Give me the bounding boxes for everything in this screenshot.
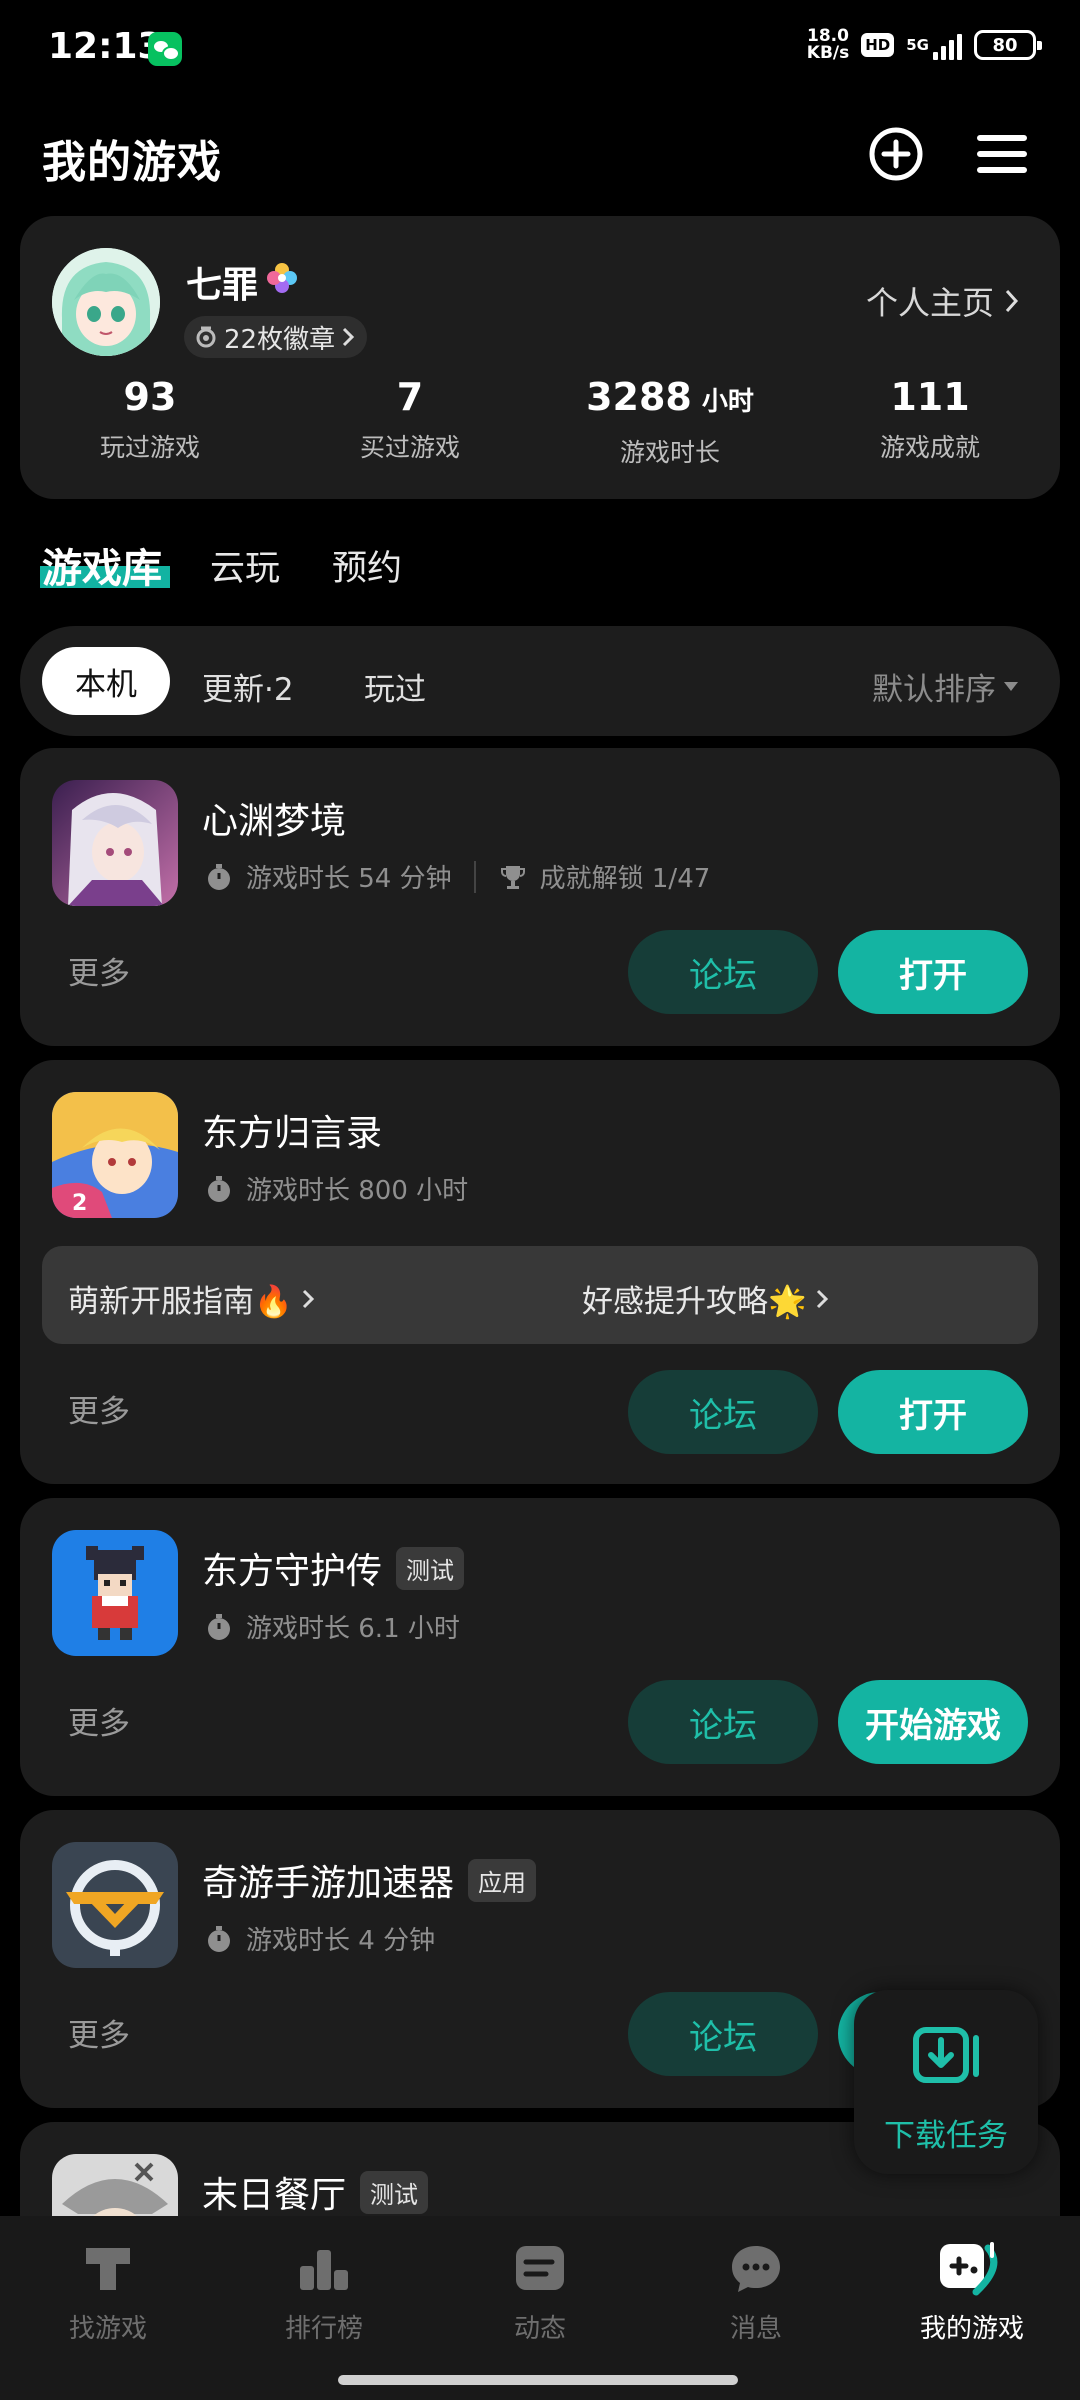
test-tag: 测试	[360, 2170, 429, 2214]
flower-badge-icon	[264, 260, 300, 296]
plus-circle-icon[interactable]	[866, 124, 926, 184]
chevron-right-icon	[302, 1289, 314, 1308]
chevron-right-icon	[343, 327, 355, 347]
chevron-right-icon	[816, 1289, 828, 1308]
stopwatch-icon	[208, 1613, 230, 1640]
gamepad-icon	[940, 2242, 998, 2296]
forum-button[interactable]: 论坛	[628, 930, 818, 1014]
tab-library[interactable]: 游戏库	[42, 536, 162, 594]
filter-bar: 本机 更新·2 玩过 默认排序	[20, 626, 1060, 736]
nav-messages[interactable]: 消息	[648, 2240, 864, 2345]
badges-count: 22枚徽章	[224, 324, 336, 355]
trophy-icon	[500, 865, 525, 889]
nav-find-games[interactable]: 找游戏	[0, 2240, 216, 2345]
guide-bar: 萌新开服指南🔥 好感提升攻略🌟	[42, 1246, 1038, 1344]
test-tag: 测试	[396, 1546, 465, 1590]
filter-update[interactable]: 更新·2	[202, 664, 294, 709]
game-meta: 游戏时长 800 小时	[204, 1170, 468, 1207]
download-tasks-label: 下载任务	[884, 2118, 1008, 2154]
forum-button[interactable]: 论坛	[628, 1992, 818, 2076]
game-name[interactable]: 心渊梦境	[202, 792, 346, 844]
nav-my-games[interactable]: 我的游戏	[864, 2240, 1080, 2345]
nav-ranking[interactable]: 排行榜	[216, 2240, 432, 2345]
badges-pill[interactable]: 22枚徽章	[184, 316, 368, 358]
profile-stats: 93 玩过游戏 7 买过游戏 3288 小时 游戏时长 111 游戏成就	[20, 374, 1060, 469]
filter-played[interactable]: 玩过	[364, 664, 426, 709]
message-icon	[732, 2246, 780, 2292]
profile-card[interactable]: 七罪 22枚徽章 个人主页 93 玩过游戏 7 买过游戏 3288 小时 游戏时长 11…	[20, 216, 1060, 499]
stat-playtime[interactable]: 3288 小时 游戏时长	[540, 374, 800, 469]
game-icon-xinyuan[interactable]	[52, 780, 178, 906]
network-speed: 18.0 KB/s	[806, 26, 850, 63]
avatar[interactable]	[52, 248, 160, 356]
medal-icon	[196, 326, 216, 348]
stopwatch-icon	[208, 1925, 230, 1952]
game-name[interactable]: 奇游手游加速器 应用	[202, 1854, 537, 1906]
sort-dropdown[interactable]: 默认排序	[872, 664, 1018, 709]
start-game-button[interactable]: 开始游戏	[838, 1680, 1028, 1764]
page-title: 我的游戏	[42, 137, 222, 188]
nav-feed[interactable]: 动态	[432, 2240, 648, 2345]
battery-icon: 80	[974, 30, 1042, 60]
game-card[interactable]: 2 东方归言录 游戏时长 800 小时 萌新开服指南🔥 好感提升攻略🌟 更多 论…	[20, 1060, 1060, 1484]
game-name[interactable]: 东方归言录	[202, 1104, 382, 1156]
ranking-icon	[300, 2250, 348, 2290]
bottom-nav: 找游戏 排行榜 动态 消息 我的游戏	[0, 2216, 1080, 2400]
chevron-right-icon	[1005, 289, 1019, 313]
open-button[interactable]: 打开	[838, 930, 1028, 1014]
game-meta: 游戏时长 4 分钟	[204, 1920, 435, 1957]
stat-achievements[interactable]: 111 游戏成就	[800, 374, 1060, 469]
guide-newbie-link[interactable]: 萌新开服指南🔥	[68, 1276, 315, 1321]
tab-reserve[interactable]: 预约	[332, 540, 402, 591]
game-card[interactable]: 心渊梦境 游戏时长 54 分钟 成就解锁 1/47 更多 论坛 打开	[20, 748, 1060, 1046]
filter-local[interactable]: 本机	[42, 647, 170, 715]
profile-home-link[interactable]: 个人主页	[866, 278, 1020, 324]
game-icon-dongfang-guiyan[interactable]: 2	[52, 1092, 178, 1218]
stopwatch-icon	[208, 1175, 230, 1202]
stat-played[interactable]: 93 玩过游戏	[20, 374, 280, 469]
forum-button[interactable]: 论坛	[628, 1680, 818, 1764]
download-icon	[913, 2027, 979, 2083]
forum-button[interactable]: 论坛	[628, 1370, 818, 1454]
feed-icon	[516, 2246, 564, 2290]
tab-cloud[interactable]: 云玩	[210, 540, 280, 591]
app-tag: 应用	[468, 1858, 537, 1902]
network-type: 5G	[906, 36, 929, 54]
wechat-icon	[148, 32, 182, 66]
stat-bought[interactable]: 7 买过游戏	[280, 374, 540, 469]
game-meta: 游戏时长 54 分钟 成就解锁 1/47	[204, 858, 710, 895]
open-button[interactable]: 打开	[838, 1370, 1028, 1454]
game-card[interactable]: 东方守护传 测试 游戏时长 6.1 小时 更多 论坛 开始游戏	[20, 1498, 1060, 1796]
more-link[interactable]: 更多	[68, 2010, 130, 2055]
download-tasks-button[interactable]: 下载任务	[854, 1990, 1038, 2174]
home-indicator[interactable]	[338, 2375, 738, 2385]
game-name[interactable]: 末日餐厅 测试	[202, 2166, 429, 2218]
more-link[interactable]: 更多	[68, 1386, 130, 1431]
guide-affection-link[interactable]: 好感提升攻略🌟	[582, 1276, 829, 1321]
status-bar: 12:13 18.0 KB/s HD 5G 80	[0, 0, 1080, 96]
game-icon-dongfang-shouhu[interactable]	[52, 1530, 178, 1656]
game-icon-qiyou[interactable]	[52, 1842, 178, 1968]
signal-icon	[933, 30, 962, 60]
svg-text:2: 2	[72, 1191, 87, 1216]
game-name[interactable]: 东方守护传 测试	[202, 1542, 465, 1594]
more-link[interactable]: 更多	[68, 1698, 130, 1743]
taptap-icon	[86, 2248, 130, 2290]
user-name: 七罪	[186, 265, 259, 306]
game-meta: 游戏时长 6.1 小时	[204, 1608, 460, 1645]
stopwatch-icon	[208, 863, 230, 890]
hd-icon: HD	[861, 33, 895, 57]
menu-icon[interactable]	[972, 124, 1032, 184]
status-time: 12:13	[48, 26, 163, 67]
more-link[interactable]: 更多	[68, 948, 130, 993]
caret-down-icon	[1004, 682, 1018, 691]
